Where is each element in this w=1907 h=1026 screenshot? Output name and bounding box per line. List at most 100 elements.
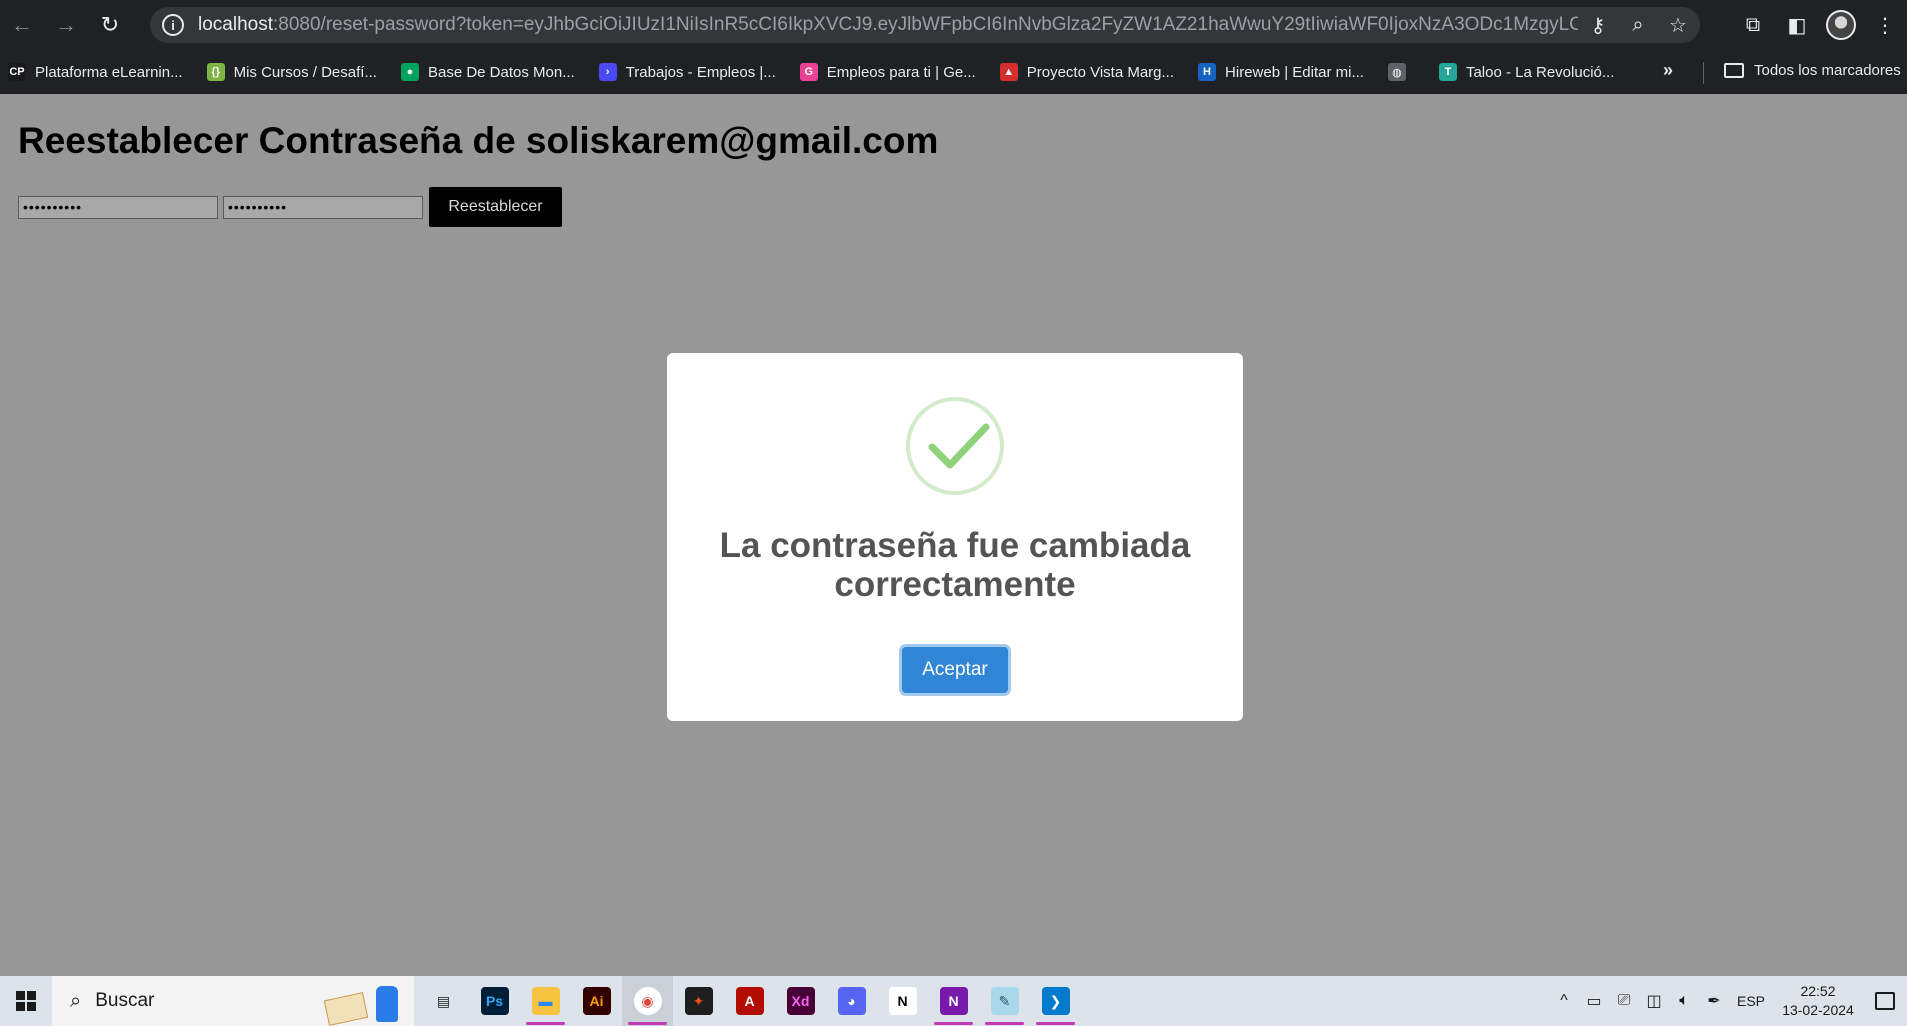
bookmark-label: Base De Datos Mon... — [427, 63, 575, 81]
windows-taskbar: ⌕ Buscar ▤ Ps ▬ Ai ◉ ✦ A Xd ◕ N N ✎ ❯ ^ ▭ ⎚ ◫ 🔈︎ ✒︎ … — [0, 976, 1907, 1026]
pinned-apps: ▤ Ps ▬ Ai ◉ ✦ A Xd ◕ N N ✎ ❯ — [418, 976, 1081, 1026]
taskbar-app-figma[interactable]: ✦ — [673, 976, 724, 1026]
discord-icon: ◕ — [837, 987, 866, 1015]
bookmark-item[interactable]: ● Base De Datos Mon... — [400, 63, 575, 81]
url-text[interactable]: localhost:8080/reset-password?token=eyJh… — [198, 14, 1578, 36]
pen-icon[interactable]: ✒︎ — [1699, 991, 1729, 1011]
bookmark-item[interactable]: T Taloo - La Revolució... — [1438, 63, 1615, 81]
adobe-xd-icon: Xd — [786, 987, 815, 1015]
taskbar-app-illustrator[interactable]: Ai — [571, 976, 622, 1026]
all-bookmarks-button[interactable]: Todos los marcadores — [1724, 62, 1901, 79]
taskbar-app-acrobat[interactable]: A — [724, 976, 775, 1026]
menu-kebab-icon[interactable]: ⋮ — [1863, 3, 1907, 47]
bookmark-item[interactable]: › Trabajos - Empleos |... — [598, 63, 776, 81]
back-arrow-icon[interactable]: ← — [0, 3, 44, 47]
bookmark-item[interactable]: ◍ — [1387, 63, 1415, 81]
zoom-icon[interactable]: ⌕ — [1618, 7, 1658, 43]
bookmark-item[interactable]: G Empleos para ti | Ge... — [799, 63, 976, 81]
page-title: Reestablecer Contraseña de soliskarem@gm… — [18, 120, 939, 161]
profile-avatar[interactable] — [1819, 3, 1863, 47]
bookmarks-divider — [1703, 62, 1704, 84]
success-dialog: La contraseña fue cambiada correctamente… — [667, 353, 1243, 721]
taskbar-app-adobe-xd[interactable]: Xd — [775, 976, 826, 1026]
taskbar-app-file-explorer[interactable]: ▬ — [520, 976, 571, 1026]
bookmarks-overflow-icon[interactable]: » — [1663, 60, 1673, 81]
bookmark-label: Trabajos - Empleos |... — [625, 63, 776, 81]
bookmark-item[interactable]: H Hireweb | Editar mi... — [1198, 63, 1364, 81]
network-icon[interactable]: ◫ — [1639, 991, 1669, 1011]
vista-icon: ▲ — [999, 63, 1018, 81]
url-path: :8080/reset-password?token=eyJhbGciOiJIU… — [273, 14, 1578, 35]
folder-icon — [1724, 63, 1744, 78]
success-check-icon — [906, 397, 1004, 495]
bookmark-label: Empleos para ti | Ge... — [826, 63, 976, 81]
taskbar-app-task-view[interactable]: ▤ — [418, 976, 469, 1026]
notepad-icon: ✎ — [990, 987, 1019, 1015]
task-view-icon: ▤ — [436, 992, 451, 1009]
elearning-icon: CP — [8, 63, 26, 81]
toolbar-right: ⧉ ◧ ⋮ — [1731, 0, 1907, 50]
windows-logo-icon — [16, 991, 36, 1011]
taskbar-search[interactable]: ⌕ Buscar — [52, 976, 414, 1026]
file-explorer-icon: ▬ — [531, 987, 560, 1015]
acrobat-icon: A — [735, 987, 764, 1015]
chrome-icon: ◉ — [633, 987, 662, 1015]
confirm-password-input[interactable]: •••••••••• — [223, 196, 423, 219]
mongodb-icon: ● — [400, 63, 419, 81]
bookmark-label: Plataforma eLearnin... — [35, 63, 183, 81]
globe-icon: ◍ — [1387, 63, 1406, 81]
bookmark-star-icon[interactable]: ☆ — [1658, 7, 1698, 43]
notion-icon: N — [888, 987, 917, 1015]
dialog-title: La contraseña fue cambiada correctamente — [719, 526, 1191, 604]
jobs-icon: › — [598, 63, 617, 81]
reload-icon[interactable]: ↻ — [88, 3, 132, 47]
hireweb-icon: H — [1198, 63, 1217, 81]
start-button[interactable] — [0, 976, 52, 1026]
system-tray: ^ ▭ ⎚ ◫ 🔈︎ ✒︎ ESP 22:52 13-02-2024 — [1549, 976, 1907, 1026]
all-bookmarks-label: Todos los marcadores — [1754, 62, 1901, 79]
address-bar[interactable]: i localhost:8080/reset-password?token=ey… — [150, 7, 1700, 43]
password-key-icon[interactable]: ⚷ — [1578, 7, 1618, 43]
new-password-input[interactable]: •••••••••• — [18, 196, 218, 219]
bookmark-label: Mis Cursos / Desafí... — [233, 63, 377, 81]
vscode-icon: ❯ — [1041, 987, 1070, 1015]
clock[interactable]: 22:52 13-02-2024 — [1773, 982, 1863, 1020]
forward-arrow-icon[interactable]: → — [44, 3, 88, 47]
taskbar-app-vscode[interactable]: ❯ — [1030, 976, 1081, 1026]
bookmark-label: Hireweb | Editar mi... — [1225, 63, 1364, 81]
volume-icon[interactable]: 🔈︎ — [1669, 992, 1699, 1010]
courses-icon: {} — [206, 63, 225, 81]
clock-time: 22:52 — [1800, 983, 1836, 999]
taskbar-app-photoshop[interactable]: Ps — [469, 976, 520, 1026]
bookmark-label: Taloo - La Revolució... — [1465, 63, 1615, 81]
site-info-icon[interactable]: i — [162, 14, 184, 36]
taskbar-app-chrome[interactable]: ◉ — [622, 976, 673, 1026]
language-indicator[interactable]: ESP — [1729, 993, 1773, 1009]
photoshop-icon: Ps — [480, 987, 509, 1015]
battery-icon[interactable]: ▭ — [1579, 991, 1609, 1011]
bookmark-item[interactable]: {} Mis Cursos / Desafí... — [206, 63, 377, 81]
notifications-icon[interactable] — [1863, 992, 1907, 1010]
taskbar-app-notepad[interactable]: ✎ — [979, 976, 1030, 1026]
bookmark-item[interactable]: ▲ Proyecto Vista Marg... — [999, 63, 1175, 81]
meet-now-icon[interactable]: ⎚ — [1609, 992, 1639, 1010]
search-label: Buscar — [95, 990, 155, 1011]
bookmarks-bar: CP Plataforma eLearnin... {} Mis Cursos / D… — [0, 50, 1907, 94]
accept-button[interactable]: Aceptar — [902, 647, 1008, 693]
search-icon: ⌕ — [70, 989, 82, 1012]
side-panel-icon[interactable]: ◧ — [1775, 3, 1819, 47]
taskbar-app-onenote[interactable]: N — [928, 976, 979, 1026]
show-hidden-icons-chevron-icon[interactable]: ^ — [1549, 992, 1579, 1010]
clock-date: 13-02-2024 — [1782, 1002, 1854, 1018]
bookmark-label: Proyecto Vista Marg... — [1026, 63, 1175, 81]
taskbar-app-notion[interactable]: N — [877, 976, 928, 1026]
taskbar-app-discord[interactable]: ◕ — [826, 976, 877, 1026]
onenote-icon: N — [939, 987, 968, 1015]
figma-icon: ✦ — [684, 987, 713, 1015]
extensions-icon[interactable]: ⧉ — [1731, 3, 1775, 47]
reset-button[interactable]: Reestablecer — [429, 187, 562, 227]
search-highlight-illustration — [323, 982, 404, 1026]
avatar-image — [1826, 10, 1856, 40]
bookmark-item[interactable]: CP Plataforma eLearnin... — [8, 63, 183, 81]
browser-toolbar: ← → ↻ i localhost:8080/reset-password?to… — [0, 0, 1907, 50]
